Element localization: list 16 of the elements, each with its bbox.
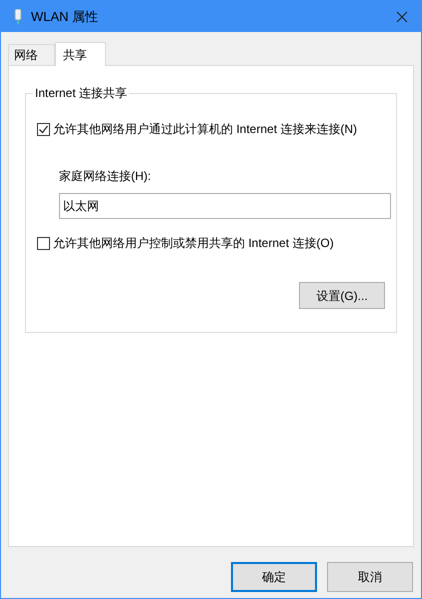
checkbox[interactable] [37,236,50,250]
wireless-adapter-icon [13,8,23,24]
tab[interactable]: 网络 [8,44,55,65]
settings-button[interactable]: 设置(G)... [299,282,385,309]
checkbox-label[interactable]: 允许其他网络用户控制或禁用共享的 Internet 连接(O) [53,234,334,252]
field-label: 家庭网络连接(H): [59,168,152,185]
close-icon[interactable] [396,10,408,22]
dialog-button[interactable]: 取消 [327,562,413,592]
tab[interactable]: 共享 [55,42,106,66]
window-title: WLAN 属性 [31,8,98,26]
checkbox-label[interactable]: 允许其他网络用户通过此计算机的 Internet 连接来连接(N) [53,120,358,138]
home-connection-field[interactable]: 以太网 [59,193,391,219]
group-title: Internet 连接共享 [33,85,130,101]
checkmark-icon [38,124,49,134]
dialog-button[interactable]: 确定 [231,562,317,592]
checkbox[interactable] [37,122,50,136]
